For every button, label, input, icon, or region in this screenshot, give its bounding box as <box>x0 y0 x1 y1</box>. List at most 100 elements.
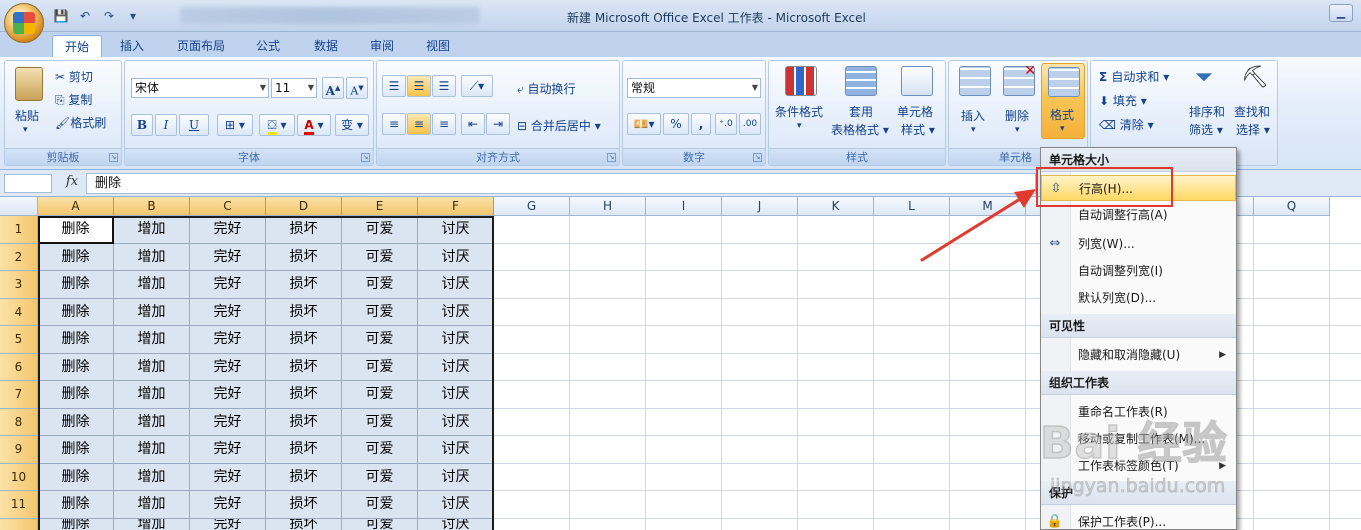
cell-styles-icon[interactable] <box>901 66 933 96</box>
row-header-6[interactable]: 6 <box>0 353 38 381</box>
align-top-icon[interactable]: ☰ <box>382 75 406 97</box>
bold-button[interactable]: B <box>131 114 153 136</box>
row-header-5[interactable]: 5 <box>0 326 38 354</box>
cell-partial-row[interactable]: 增加 <box>114 518 190 530</box>
cell-b11[interactable]: 增加 <box>114 491 190 519</box>
row-header-2[interactable]: 2 <box>0 243 38 271</box>
cell-c1[interactable]: 完好 <box>190 216 266 244</box>
column-header-i[interactable]: I <box>646 197 722 216</box>
grow-font-button[interactable]: A▲ <box>322 77 344 99</box>
merge-center-button[interactable]: ⊟ 合并后居中 ▾ <box>517 117 601 134</box>
shrink-font-button[interactable]: A▼ <box>346 77 368 99</box>
row-header-1[interactable]: 1 <box>0 216 38 244</box>
cell-c7[interactable]: 完好 <box>190 381 266 409</box>
cell-a5[interactable]: 删除 <box>38 326 114 354</box>
conditional-format-label[interactable]: 条件格式 <box>775 103 823 120</box>
cell-a1[interactable]: 删除 <box>38 216 114 244</box>
fill-color-button[interactable]: ⛋ ▾ <box>259 114 295 136</box>
cell-e8[interactable]: 可爱 <box>342 408 418 436</box>
cell-c3[interactable]: 完好 <box>190 271 266 299</box>
cell-e1[interactable]: 可爱 <box>342 216 418 244</box>
cell-e5[interactable]: 可爱 <box>342 326 418 354</box>
column-header-a[interactable]: A <box>38 197 114 216</box>
cell-a7[interactable]: 删除 <box>38 381 114 409</box>
cell-partial-row[interactable]: 完好 <box>190 518 266 530</box>
row-header-10[interactable]: 10 <box>0 463 38 491</box>
cell-b9[interactable]: 增加 <box>114 436 190 464</box>
increase-decimal-button[interactable]: ⁺.0 <box>715 113 737 135</box>
fx-icon[interactable]: fx <box>62 174 82 193</box>
format-as-table-label-2[interactable]: 表格格式 ▾ <box>831 121 889 138</box>
menu-item-move-copy-sheet[interactable]: 移动或复制工作表(M)... <box>1041 426 1236 452</box>
minimize-button[interactable]: ▁ <box>1329 4 1353 22</box>
cell-d9[interactable]: 损坏 <box>266 436 342 464</box>
delete-cells-icon[interactable]: ✕ <box>1003 63 1036 96</box>
cell-e9[interactable]: 可爱 <box>342 436 418 464</box>
number-format-combo[interactable]: 常规 ▼ <box>627 78 761 98</box>
column-header-g[interactable]: G <box>494 197 570 216</box>
cell-f7[interactable]: 讨厌 <box>418 381 494 409</box>
cell-a9[interactable]: 删除 <box>38 436 114 464</box>
menu-item-protect-sheet[interactable]: 🔒 保护工作表(P)... <box>1041 509 1236 529</box>
cell-b10[interactable]: 增加 <box>114 463 190 491</box>
column-header-f[interactable]: F <box>418 197 494 216</box>
align-center-icon[interactable]: ≡ <box>407 113 431 135</box>
redo-icon[interactable]: ↷ <box>100 8 118 24</box>
cell-f3[interactable]: 讨厌 <box>418 271 494 299</box>
italic-button[interactable]: I <box>155 114 177 136</box>
align-middle-icon[interactable]: ☰ <box>407 75 431 97</box>
clipboard-launcher-icon[interactable]: ↘ <box>109 153 118 162</box>
chevron-down-icon[interactable]: ▾ <box>797 121 802 131</box>
font-launcher-icon[interactable]: ↘ <box>361 153 370 162</box>
save-icon[interactable]: 💾 <box>52 8 70 24</box>
column-header-d[interactable]: D <box>266 197 342 216</box>
cell-a11[interactable]: 删除 <box>38 491 114 519</box>
cell-f4[interactable]: 讨厌 <box>418 298 494 326</box>
cell-c4[interactable]: 完好 <box>190 298 266 326</box>
row-header-3[interactable]: 3 <box>0 271 38 299</box>
cell-b5[interactable]: 增加 <box>114 326 190 354</box>
currency-button[interactable]: 💴▾ <box>627 113 661 135</box>
alignment-launcher-icon[interactable]: ↘ <box>607 153 616 162</box>
cell-partial-row[interactable]: 删除 <box>38 518 114 530</box>
office-button[interactable] <box>4 3 44 43</box>
chevron-down-icon[interactable]: ▾ <box>971 125 976 135</box>
paste-dropdown-icon[interactable]: ▾ <box>23 125 28 135</box>
menu-item-default-width[interactable]: 默认列宽(D)... <box>1041 285 1236 311</box>
orientation-icon[interactable]: ⟋▾ <box>461 75 493 97</box>
align-left-icon[interactable]: ≡ <box>382 113 406 135</box>
cell-c6[interactable]: 完好 <box>190 353 266 381</box>
decrease-indent-icon[interactable]: ⇤ <box>461 113 485 135</box>
sort-filter-label-1[interactable]: 排序和 <box>1189 103 1225 120</box>
cell-c5[interactable]: 完好 <box>190 326 266 354</box>
cell-e10[interactable]: 可爱 <box>342 463 418 491</box>
cell-b8[interactable]: 增加 <box>114 408 190 436</box>
row-header-9[interactable]: 9 <box>0 436 38 464</box>
cell-d4[interactable]: 损坏 <box>266 298 342 326</box>
name-box[interactable] <box>4 174 52 193</box>
cell-b6[interactable]: 增加 <box>114 353 190 381</box>
cell-b3[interactable]: 增加 <box>114 271 190 299</box>
paste-icon[interactable] <box>15 67 43 101</box>
increase-indent-icon[interactable]: ⇥ <box>486 113 510 135</box>
decrease-decimal-button[interactable]: .00 <box>739 113 761 135</box>
cell-d8[interactable]: 损坏 <box>266 408 342 436</box>
cell-a8[interactable]: 删除 <box>38 408 114 436</box>
cell-f11[interactable]: 讨厌 <box>418 491 494 519</box>
tab-formulas[interactable]: 公式 <box>246 35 290 57</box>
cell-e2[interactable]: 可爱 <box>342 243 418 271</box>
cell-d10[interactable]: 损坏 <box>266 463 342 491</box>
cell-d11[interactable]: 损坏 <box>266 491 342 519</box>
format-cells-button[interactable]: 格式 ▾ <box>1041 63 1085 139</box>
conditional-format-icon[interactable] <box>785 66 817 96</box>
tab-review[interactable]: 审阅 <box>360 35 404 57</box>
insert-cells-label[interactable]: 插入 <box>961 107 985 124</box>
format-as-table-label-1[interactable]: 套用 <box>849 103 873 120</box>
sort-filter-label-2[interactable]: 筛选 ▾ <box>1189 121 1223 138</box>
comma-button[interactable]: , <box>691 113 711 135</box>
cell-d3[interactable]: 损坏 <box>266 271 342 299</box>
column-header-j[interactable]: J <box>722 197 798 216</box>
insert-cells-icon[interactable] <box>959 66 991 96</box>
clear-button[interactable]: ⌫ 清除 ▾ <box>1099 116 1154 133</box>
cell-f9[interactable]: 讨厌 <box>418 436 494 464</box>
